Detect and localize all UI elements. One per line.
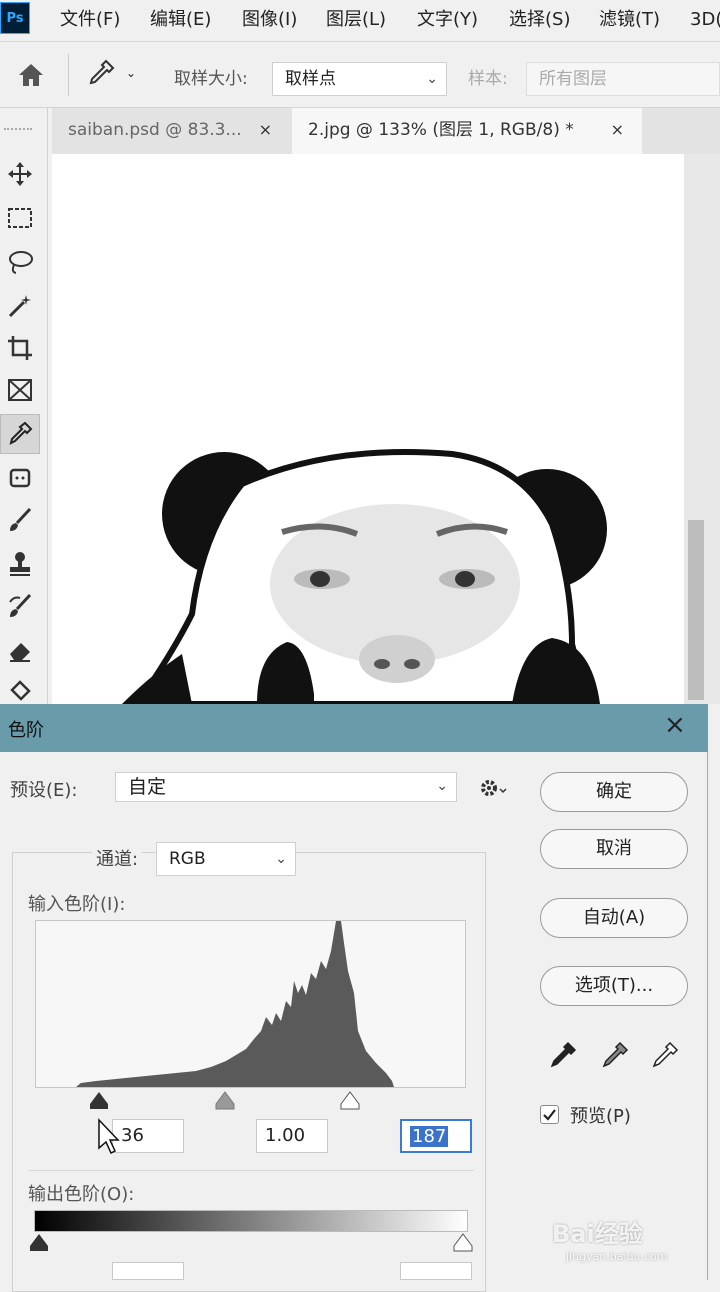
tab-2jpg[interactable]: 2.jpg @ 133% (图层 1, RGB/8) * × bbox=[292, 108, 642, 154]
output-levels-label: 输出色阶(O): bbox=[28, 1184, 135, 1205]
document-canvas[interactable] bbox=[52, 154, 684, 704]
input-white-value: 187 bbox=[410, 1126, 449, 1147]
patch-icon[interactable] bbox=[0, 458, 40, 498]
dialog-title: 色阶 bbox=[8, 720, 44, 741]
output-gradient-bar bbox=[34, 1210, 468, 1232]
magic-wand-icon[interactable] bbox=[0, 286, 40, 326]
marquee-icon[interactable] bbox=[0, 198, 40, 238]
tool-preset-chevron-icon[interactable]: ⌄ bbox=[126, 66, 136, 80]
mouse-cursor-icon bbox=[96, 1118, 120, 1160]
menu-file[interactable]: 文件(F) bbox=[60, 0, 120, 42]
menu-3d[interactable]: 3D( bbox=[690, 0, 720, 42]
divider bbox=[28, 1170, 474, 1171]
channel-dropdown[interactable]: RGB ⌄ bbox=[156, 842, 296, 876]
close-icon[interactable]: × bbox=[259, 108, 272, 152]
eyedropper-tool-icon[interactable] bbox=[86, 58, 116, 92]
cancel-button[interactable]: 取消 bbox=[540, 829, 688, 869]
preset-options-gear-icon[interactable] bbox=[478, 776, 508, 804]
output-white-field[interactable] bbox=[400, 1262, 472, 1280]
options-button[interactable]: 选项(T)... bbox=[540, 966, 688, 1006]
menu-image[interactable]: 图像(I) bbox=[242, 0, 297, 42]
gamma-input-slider[interactable] bbox=[214, 1090, 236, 1114]
sample-label: 样本: bbox=[468, 69, 508, 89]
chevron-down-icon: ⌄ bbox=[275, 851, 287, 867]
ok-button[interactable]: 确定 bbox=[540, 772, 688, 812]
channel-label: 通道: bbox=[92, 845, 143, 871]
dialog-title-bar[interactable]: 色阶 × bbox=[0, 704, 708, 752]
history-brush-icon[interactable] bbox=[0, 586, 40, 626]
chevron-down-icon: ⌄ bbox=[426, 71, 438, 87]
menu-layer[interactable]: 图层(L) bbox=[326, 0, 386, 42]
preset-value: 自定 bbox=[128, 776, 167, 798]
tab-label: saiban.psd @ 83.3... bbox=[68, 120, 242, 140]
lasso-icon[interactable] bbox=[0, 242, 40, 282]
options-bar: ⌄ 取样大小: 取样点 ⌄ 样本: 所有图层 bbox=[0, 44, 720, 108]
close-icon[interactable]: × bbox=[611, 108, 624, 152]
chevron-down-icon: ⌄ bbox=[436, 778, 448, 794]
sample-size-label: 取样大小: bbox=[174, 69, 248, 89]
menu-bar: Ps 文件(F) 编辑(E) 图像(I) 图层(L) 文字(Y) 选择(S) 滤… bbox=[0, 0, 720, 42]
auto-button[interactable]: 自动(A) bbox=[540, 898, 688, 938]
channel-value: RGB bbox=[169, 849, 206, 869]
menu-type[interactable]: 文字(Y) bbox=[417, 0, 478, 42]
crop-icon[interactable] bbox=[0, 328, 40, 368]
eyedropper-icon[interactable] bbox=[0, 414, 40, 454]
stamp-icon[interactable] bbox=[0, 544, 40, 584]
close-icon[interactable]: × bbox=[664, 710, 686, 740]
black-output-slider[interactable] bbox=[28, 1232, 50, 1256]
input-levels-label: 输入色阶(I): bbox=[28, 894, 126, 915]
menu-filter[interactable]: 滤镜(T) bbox=[599, 0, 660, 42]
panel-grip[interactable] bbox=[4, 128, 32, 134]
tab-label: 2.jpg @ 133% (图层 1, RGB/8) * bbox=[308, 120, 574, 140]
input-black-field[interactable]: 36 bbox=[112, 1119, 184, 1153]
white-point-eyedropper-icon[interactable] bbox=[650, 1040, 680, 1074]
black-input-slider[interactable] bbox=[88, 1090, 110, 1114]
preset-label: 预设(E): bbox=[10, 780, 78, 801]
output-black-field[interactable] bbox=[112, 1262, 184, 1280]
sample-size-value: 取样点 bbox=[285, 69, 336, 89]
home-icon[interactable] bbox=[16, 62, 46, 92]
canvas-scrollbar-thumb[interactable] bbox=[688, 520, 704, 700]
panda-meme-image bbox=[122, 449, 607, 704]
eraser-icon[interactable] bbox=[0, 630, 40, 670]
histogram bbox=[35, 920, 466, 1088]
menu-edit[interactable]: 编辑(E) bbox=[150, 0, 211, 42]
white-input-slider[interactable] bbox=[339, 1090, 361, 1114]
tab-saiban[interactable]: saiban.psd @ 83.3... × bbox=[52, 108, 290, 154]
divider bbox=[68, 54, 69, 96]
document-tab-bar: saiban.psd @ 83.3... × 2.jpg @ 133% (图层 … bbox=[52, 108, 720, 154]
preview-label: 预览(P) bbox=[570, 1106, 631, 1127]
tools-panel bbox=[0, 108, 48, 708]
baidu-watermark: Bai经验 bbox=[552, 1220, 643, 1248]
white-output-slider[interactable] bbox=[452, 1232, 474, 1256]
preset-dropdown[interactable]: 自定 ⌄ bbox=[115, 772, 457, 802]
watermark-url: jingyan.baidu.com bbox=[566, 1250, 668, 1263]
black-point-eyedropper-icon[interactable] bbox=[548, 1040, 578, 1074]
gray-point-eyedropper-icon[interactable] bbox=[600, 1040, 630, 1074]
sample-size-dropdown[interactable]: 取样点 ⌄ bbox=[272, 62, 447, 96]
menu-select[interactable]: 选择(S) bbox=[509, 0, 570, 42]
preview-checkbox[interactable] bbox=[540, 1105, 559, 1124]
input-gamma-field[interactable]: 1.00 bbox=[256, 1119, 328, 1153]
brush-icon[interactable] bbox=[0, 500, 40, 540]
checkmark-icon bbox=[543, 1109, 556, 1121]
move-icon[interactable] bbox=[0, 154, 40, 194]
sample-value: 所有图层 bbox=[539, 69, 607, 89]
photoshop-logo: Ps bbox=[0, 2, 30, 34]
input-white-field[interactable]: 187 bbox=[400, 1119, 472, 1153]
sample-dropdown[interactable]: 所有图层 bbox=[526, 62, 720, 96]
frame-icon[interactable] bbox=[0, 370, 40, 410]
